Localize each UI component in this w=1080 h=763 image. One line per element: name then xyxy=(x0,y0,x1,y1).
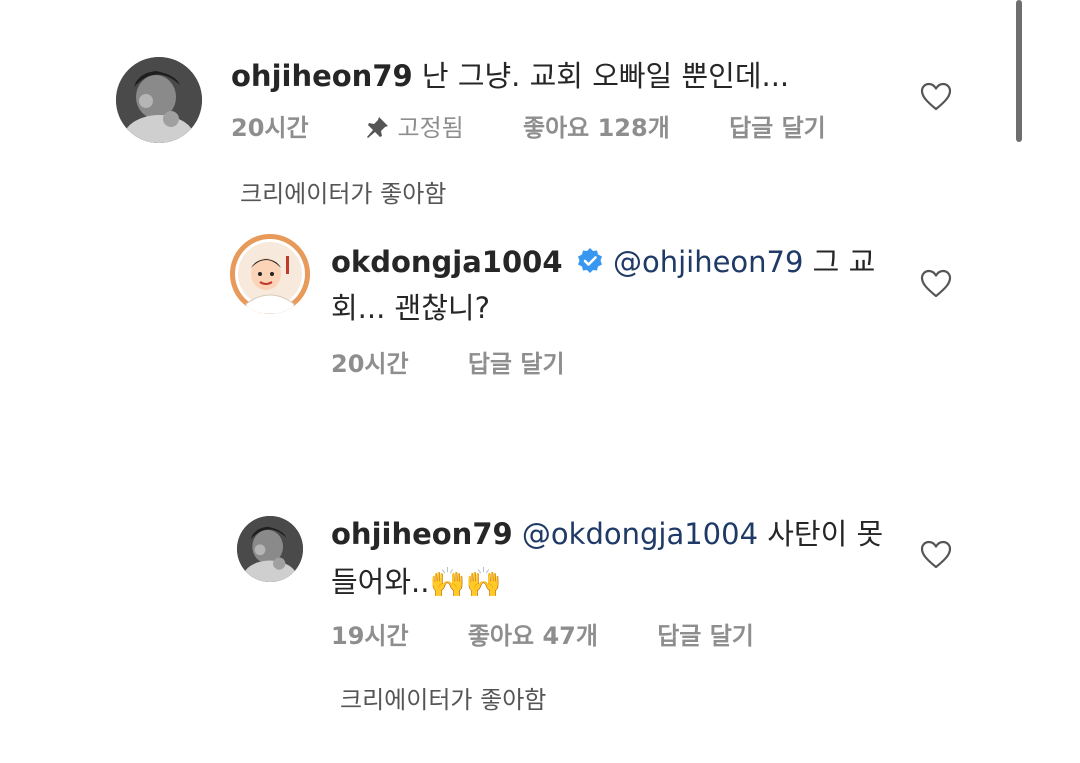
reply-button[interactable]: 답글 달기 xyxy=(657,622,754,650)
mention-link[interactable]: @okdongja1004 xyxy=(522,517,758,551)
comment-meta: 20시간 고정됨 좋아요 128개 답글 달기 xyxy=(231,108,826,145)
reply-button[interactable]: 답글 달기 xyxy=(729,114,826,142)
comment-text-line2: 회... 괜찮니? xyxy=(331,291,490,325)
comment-text: 그 교 xyxy=(803,245,876,279)
person-photo-avatar-icon xyxy=(116,57,202,143)
avatar[interactable] xyxy=(230,234,310,314)
comment-body: ohjiheon79 @okdongja1004 사탄이 못 xyxy=(331,512,883,556)
person-photo-avatar-icon xyxy=(237,516,303,582)
heart-outline-icon[interactable] xyxy=(920,269,952,299)
comment-text-line2: 들어와..🙌🙌 xyxy=(331,560,502,604)
reply-button[interactable]: 답글 달기 xyxy=(468,350,565,378)
raised-hands-emoji: 🙌🙌 xyxy=(429,565,502,599)
heart-outline-icon[interactable] xyxy=(920,82,952,112)
likes-count[interactable]: 좋아요 47개 xyxy=(468,622,598,650)
creator-liked-label: 크리에이터가 좋아함 xyxy=(340,686,547,714)
username[interactable]: okdongja1004 xyxy=(331,245,563,279)
timestamp: 20시간 xyxy=(231,114,309,142)
avatar[interactable] xyxy=(116,57,202,143)
pin-icon xyxy=(364,115,390,145)
mention-link[interactable]: @ohjiheon79 xyxy=(613,245,803,279)
comment-meta: 20시간 답글 달기 xyxy=(331,344,565,379)
comment-text: 난 그냥. 교회 오빠일 뿐인데... xyxy=(412,59,790,93)
avatar[interactable] xyxy=(237,516,303,582)
cartoon-character-avatar-icon xyxy=(230,234,310,314)
comment-text: 사탄이 못 xyxy=(758,517,884,551)
comment-meta: 19시간 좋아요 47개 답글 달기 xyxy=(331,616,754,651)
scrollbar[interactable] xyxy=(1016,0,1022,142)
username[interactable]: ohjiheon79 xyxy=(231,59,413,93)
pinned-label: 고정됨 xyxy=(397,114,464,142)
creator-liked-label: 크리에이터가 좋아함 xyxy=(240,180,447,208)
timestamp: 19시간 xyxy=(331,622,409,650)
username[interactable]: ohjiheon79 xyxy=(331,517,513,551)
comment-body: okdongja1004 @ohjiheon79 그 교 xyxy=(331,240,875,287)
heart-outline-icon[interactable] xyxy=(920,540,952,570)
comment-body: ohjiheon79 난 그냥. 교회 오빠일 뿐인데... xyxy=(231,54,789,98)
likes-count[interactable]: 좋아요 128개 xyxy=(523,114,670,142)
verified-badge-icon xyxy=(576,243,604,287)
comment-text: 들어와.. xyxy=(331,565,430,599)
timestamp: 20시간 xyxy=(331,350,409,378)
